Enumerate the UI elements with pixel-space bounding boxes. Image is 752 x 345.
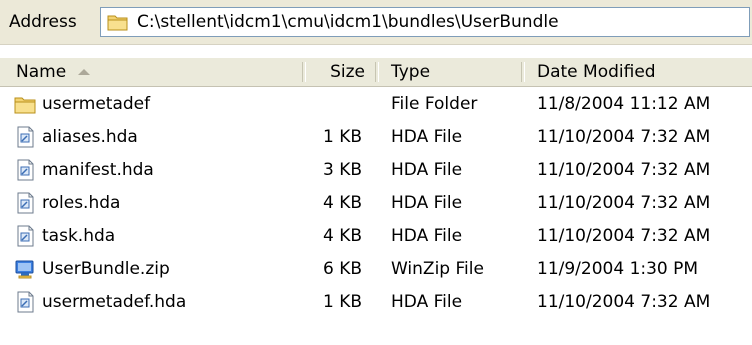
sort-ascending-icon — [78, 69, 91, 75]
file-size — [280, 88, 362, 121]
document-icon — [14, 192, 36, 214]
file-type: File Folder — [391, 94, 478, 114]
file-date-modified: 11/10/2004 7:32 AM — [537, 292, 711, 312]
file-type: HDA File — [391, 193, 463, 213]
file-type: HDA File — [391, 292, 463, 312]
file-name: manifest.hda — [42, 160, 154, 180]
file-date-modified: 11/8/2004 11:12 AM — [537, 94, 711, 114]
file-date-modified: 11/10/2004 7:32 AM — [537, 226, 711, 246]
file-date-modified: 11/10/2004 7:32 AM — [537, 160, 711, 180]
column-header-date[interactable]: Date Modified — [524, 58, 752, 86]
file-date-modified: 11/10/2004 7:32 AM — [537, 127, 711, 147]
column-header-name[interactable]: Name — [0, 58, 300, 86]
file-row[interactable]: roles.hda 4 KB HDA File 11/10/2004 7:32 AM — [0, 187, 752, 220]
file-type: WinZip File — [391, 259, 484, 279]
address-path: C:\stellent\idcm1\cmu\idcm1\bundles\User… — [137, 12, 559, 32]
folder-icon — [107, 15, 128, 31]
file-row[interactable]: task.hda 4 KB HDA File 11/10/2004 7:32 AM — [0, 220, 752, 253]
address-field[interactable]: C:\stellent\idcm1\cmu\idcm1\bundles\User… — [100, 7, 750, 37]
file-size: 6 KB — [322, 259, 362, 279]
document-icon — [14, 291, 36, 313]
file-size: 3 KB — [322, 160, 362, 180]
file-size: 4 KB — [322, 193, 362, 213]
document-icon — [14, 126, 36, 148]
winzip-icon — [14, 258, 36, 280]
file-date-modified: 11/9/2004 1:30 PM — [537, 259, 699, 279]
document-icon — [14, 159, 36, 181]
column-header-name-label: Name — [16, 62, 67, 82]
file-size: 4 KB — [322, 226, 362, 246]
file-name: usermetadef.hda — [42, 292, 187, 312]
column-header-type[interactable]: Type — [379, 58, 519, 86]
file-list: usermetadef File Folder 11/8/2004 11:12 AM… — [0, 88, 752, 319]
file-type: HDA File — [391, 226, 463, 246]
file-row[interactable]: usermetadef.hda 1 KB HDA File 11/10/2004 7:… — [0, 286, 752, 319]
folder-icon — [14, 93, 36, 115]
address-label: Address — [9, 12, 77, 32]
file-date-modified: 11/10/2004 7:32 AM — [537, 193, 711, 213]
file-row[interactable]: aliases.hda 1 KB HDA File 11/10/2004 7:32 A… — [0, 121, 752, 154]
file-name: roles.hda — [42, 193, 121, 213]
address-bar: Address C:\stellent\idcm1\cmu\idcm1\bund… — [0, 0, 752, 45]
file-size: 1 KB — [322, 292, 362, 312]
document-icon — [14, 225, 36, 247]
file-type: HDA File — [391, 127, 463, 147]
file-name: UserBundle.zip — [42, 259, 170, 279]
file-type: HDA File — [391, 160, 463, 180]
file-row[interactable]: UserBundle.zip 6 KB WinZip File 11/9/2004 1… — [0, 253, 752, 286]
column-headers: Name Size Type Date Modified — [0, 58, 752, 87]
file-name: aliases.hda — [42, 127, 138, 147]
file-name: task.hda — [42, 226, 116, 246]
file-name: usermetadef — [42, 94, 151, 114]
file-row[interactable]: usermetadef File Folder 11/8/2004 11:12 AM — [0, 88, 752, 121]
file-size: 1 KB — [322, 127, 362, 147]
file-row[interactable]: manifest.hda 3 KB HDA File 11/10/2004 7:32 … — [0, 154, 752, 187]
column-header-size[interactable]: Size — [305, 58, 375, 86]
